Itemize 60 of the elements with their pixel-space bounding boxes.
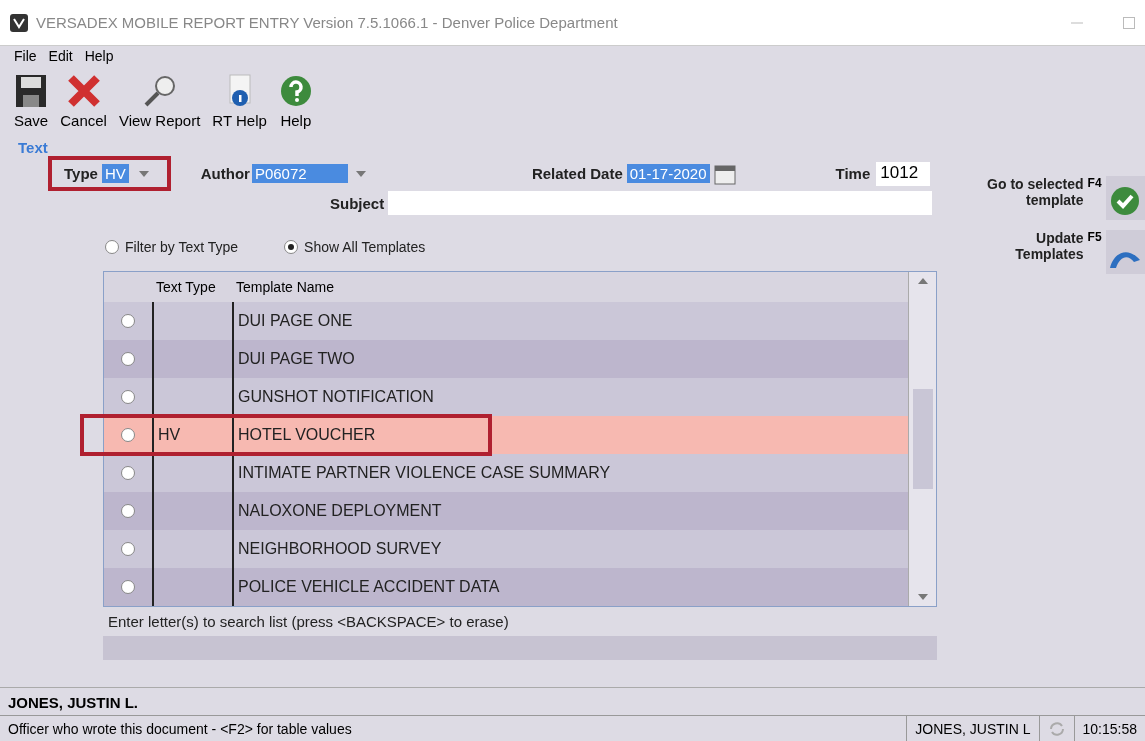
search-hint: Enter letter(s) to search list (press <BACKSPACE> to erase): [108, 613, 510, 630]
toolbar-button[interactable]: Help: [274, 72, 317, 131]
radio-button[interactable]: [121, 428, 135, 442]
scrollbar-thumb[interactable]: [912, 389, 933, 489]
field-label: Subject: [330, 194, 385, 212]
radio-button[interactable]: [121, 352, 135, 366]
status-time: 10:15:58: [1073, 716, 1145, 741]
subject-field[interactable]: [388, 191, 933, 215]
side-button[interactable]: Update Templates F5: [985, 230, 1145, 274]
status-message: Officer who wrote this document - <F2> for table values: [7, 720, 353, 737]
table-row[interactable]: GUNSHOT NOTIFICATION: [104, 378, 908, 416]
officer-name: JONES, JUSTIN L.: [0, 687, 1145, 715]
dropdown-icon[interactable]: [138, 171, 149, 177]
table-row[interactable]: POLICE VEHICLE ACCIDENT DATA: [104, 568, 908, 606]
radio-button[interactable]: [121, 390, 135, 404]
calendar-icon[interactable]: [713, 162, 736, 185]
status-user: JONES, JUSTIN L: [906, 716, 1039, 741]
column-header: Text Type: [155, 279, 217, 295]
refresh-icon[interactable]: [1047, 719, 1066, 738]
radio-button[interactable]: [121, 580, 135, 594]
table-cell: HV: [152, 416, 232, 454]
radio-button[interactable]: [284, 240, 299, 254]
table-row[interactable]: NALOXONE DEPLOYMENT: [104, 492, 908, 530]
toolbar-button[interactable]: Save: [10, 72, 53, 131]
table-row[interactable]: NEIGHBORHOOD SURVEY: [104, 530, 908, 568]
column-header: Template Name: [235, 279, 336, 295]
radio-button[interactable]: [121, 504, 135, 518]
maximize-icon[interactable]: [1123, 16, 1135, 29]
scrollbar[interactable]: [908, 272, 936, 606]
radio-button[interactable]: [121, 466, 135, 480]
dropdown-icon[interactable]: [355, 171, 366, 177]
radio-button[interactable]: [121, 542, 135, 556]
toolbar-button[interactable]: Cancel: [56, 72, 111, 131]
time-field[interactable]: 1012: [876, 161, 931, 186]
app-logo-icon: [10, 13, 28, 32]
field-label: Author: [200, 165, 250, 182]
window-title: VERSADEX MOBILE REPORT ENTRY Version 7.5.1066.1 - Denver Police Department: [36, 14, 618, 31]
side-button[interactable]: Go to selected template F4: [985, 176, 1145, 220]
scroll-up-icon[interactable]: [917, 278, 928, 284]
field-label: Related Date: [531, 165, 623, 182]
menu-item[interactable]: Help: [84, 48, 114, 64]
menu-item[interactable]: Edit: [48, 48, 73, 64]
cancel-icon: [66, 74, 101, 108]
toolbar-button[interactable]: View Report: [114, 72, 205, 131]
section-label: Text: [17, 138, 49, 156]
radio-label[interactable]: Show All Templates: [304, 239, 426, 255]
scroll-down-icon[interactable]: [917, 594, 928, 600]
check-icon: [1110, 186, 1141, 216]
table-row[interactable]: HV HOTEL VOUCHER: [104, 416, 908, 454]
toolbar-button[interactable]: RT Help: [208, 72, 271, 131]
radio-button[interactable]: [105, 240, 119, 254]
radio-label[interactable]: Filter by Text Type: [125, 239, 239, 255]
help-icon: [278, 74, 313, 108]
radio-button[interactable]: [121, 314, 135, 328]
field-label: Type: [64, 165, 98, 182]
table-row[interactable]: INTIMATE PARTNER VIOLENCE CASE SUMMARY: [104, 454, 908, 492]
table-row[interactable]: DUI PAGE TWO: [104, 340, 908, 378]
field-label: Time: [835, 165, 871, 182]
menu-item[interactable]: File: [14, 48, 37, 64]
table-row[interactable]: DUI PAGE ONE: [104, 302, 908, 340]
